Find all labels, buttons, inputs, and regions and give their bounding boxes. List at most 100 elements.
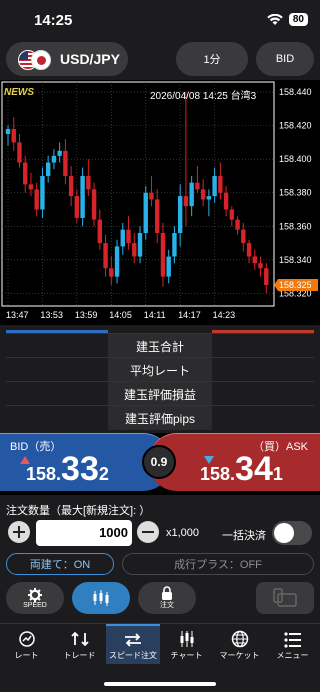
gear-icon bbox=[28, 587, 42, 602]
speed-settings-button[interactable]: SPEED bbox=[6, 582, 64, 614]
qty-decrease-button[interactable] bbox=[137, 521, 159, 543]
candle-body bbox=[246, 243, 252, 257]
ask-price-pip: 1 bbox=[272, 464, 283, 484]
tab-label: マーケット bbox=[219, 651, 260, 660]
price-chart[interactable]: 158.440 158.420 158.400 158.380 158.360 158.3… bbox=[0, 80, 320, 325]
status-icons: 80 bbox=[267, 13, 308, 26]
candle-body bbox=[103, 243, 108, 269]
tab-menu[interactable]: メニュー bbox=[266, 624, 319, 664]
wifi-icon bbox=[267, 13, 283, 25]
x-tick-label: 13:47 bbox=[6, 310, 29, 320]
order-panel: 注文数量（最大[新規注文]: ） 1000 x1,000 一括決済 両建て：ON… bbox=[0, 495, 320, 623]
hedge-mode-button[interactable]: 両建て：ON bbox=[6, 553, 114, 575]
screen-rotate-button[interactable] bbox=[256, 582, 314, 614]
qty-input[interactable]: 1000 bbox=[36, 520, 132, 546]
candle-body bbox=[57, 150, 62, 156]
bulk-settle-toggle[interactable] bbox=[272, 521, 312, 545]
status-bar: 14:25 80 bbox=[0, 0, 320, 40]
tab-trade[interactable]: トレード bbox=[53, 624, 106, 664]
tab-rate[interactable]: レート bbox=[0, 624, 53, 664]
jp-flag-icon bbox=[31, 50, 51, 70]
candle-body bbox=[91, 189, 97, 220]
chart-svg: 158.440 158.420 158.400 158.380 158.360 158.3… bbox=[1, 81, 318, 320]
candle-body bbox=[223, 192, 229, 210]
candle-body bbox=[74, 196, 80, 218]
x-tick-label: 14:17 bbox=[178, 310, 201, 320]
candle-body bbox=[235, 219, 240, 230]
bid-price-pip: 2 bbox=[98, 464, 109, 484]
status-time: 14:25 bbox=[34, 12, 73, 29]
candle-body bbox=[195, 182, 200, 190]
tab-market[interactable]: マーケット bbox=[213, 624, 266, 664]
price-type-button[interactable]: BID bbox=[256, 42, 314, 76]
position-row: 建玉評価損益 bbox=[6, 381, 314, 406]
pair-flags-icon bbox=[18, 48, 52, 70]
candle-body bbox=[189, 182, 194, 207]
candle-body bbox=[218, 175, 223, 193]
y-tick-label: 158.440 bbox=[279, 87, 312, 97]
tab-chart[interactable]: チャート bbox=[160, 624, 213, 664]
average-rate-label: 平均レート bbox=[108, 358, 212, 382]
candle-body bbox=[229, 209, 235, 220]
candle-body bbox=[258, 263, 263, 269]
candle-body bbox=[109, 268, 114, 277]
candle-body bbox=[80, 175, 85, 218]
candle-body bbox=[97, 219, 103, 244]
chart-datetime-label: 2026/04/08 14:25 台湾3 bbox=[150, 91, 257, 102]
tab-speed-order[interactable]: スピード注文 bbox=[106, 624, 160, 664]
tab-bar: レート トレード スピード注文 チャート マーケット メニュー bbox=[0, 623, 320, 692]
currency-pair-button[interactable]: USD/JPY bbox=[6, 42, 128, 76]
trade-icon bbox=[70, 631, 89, 647]
candle-body bbox=[132, 243, 137, 257]
candle-body bbox=[120, 229, 125, 247]
x-tick-label: 14:23 bbox=[213, 310, 236, 320]
candle-body bbox=[241, 229, 246, 244]
ask-price: 158. 34 1 bbox=[200, 452, 283, 486]
candlestick-icon bbox=[93, 590, 109, 606]
toggle-knob bbox=[274, 523, 294, 543]
minus-icon bbox=[142, 531, 154, 533]
order-note-button[interactable]: 注文 bbox=[138, 582, 196, 614]
speed-order-icon bbox=[125, 633, 141, 647]
y-tick-label: 158.400 bbox=[279, 154, 312, 164]
candle-body bbox=[86, 175, 91, 190]
rate-icon bbox=[18, 631, 35, 647]
candle-body bbox=[28, 184, 34, 190]
plus-icon bbox=[13, 526, 25, 538]
tab-label: トレード bbox=[63, 651, 96, 660]
candle-body bbox=[114, 246, 120, 277]
position-row: 建玉評価pips bbox=[6, 405, 314, 430]
speed-label: SPEED bbox=[23, 601, 47, 609]
home-indicator bbox=[104, 682, 216, 686]
candle-body bbox=[264, 268, 269, 286]
position-row: 平均レート bbox=[6, 357, 314, 382]
battery-indicator: 80 bbox=[288, 13, 308, 26]
current-price-label: 158.325 bbox=[279, 280, 312, 290]
spread-badge: 0.9 bbox=[142, 445, 176, 479]
x-tick-label: 14:11 bbox=[144, 310, 166, 320]
candle-body bbox=[23, 162, 28, 185]
candle-body bbox=[45, 162, 51, 176]
y-tick-label: 158.380 bbox=[279, 188, 312, 198]
timeframe-button[interactable]: 1分 bbox=[176, 42, 248, 76]
qty-increase-button[interactable] bbox=[8, 521, 30, 543]
x-tick-label: 13:53 bbox=[40, 310, 63, 320]
rotate-screen-icon bbox=[273, 588, 297, 607]
bulk-settle-label: 一括決済 bbox=[222, 530, 266, 542]
candle-body bbox=[40, 175, 45, 210]
news-label[interactable]: NEWS bbox=[4, 87, 34, 98]
candle-body bbox=[17, 142, 22, 163]
candle-body bbox=[51, 155, 57, 163]
candle-body bbox=[126, 229, 131, 244]
chart-toggle-button[interactable] bbox=[72, 582, 130, 614]
y-tick-label: 158.360 bbox=[279, 221, 312, 231]
candle-body bbox=[143, 192, 148, 234]
bid-price: 158. 33 2 bbox=[26, 452, 109, 486]
candle-body bbox=[160, 233, 166, 277]
y-tick-label: 158.420 bbox=[279, 121, 312, 131]
position-row: 建玉合計 bbox=[6, 333, 314, 358]
order-qty-label: 注文数量（最大[新規注文]: ） bbox=[6, 505, 151, 517]
y-tick-label: 158.340 bbox=[279, 255, 312, 265]
market-plus-button[interactable]: 成行プラス：OFF bbox=[122, 553, 314, 575]
quote-panel: BID（売） 158. 33 2 （買）ASK 158. 34 1 0.9 bbox=[0, 433, 320, 495]
